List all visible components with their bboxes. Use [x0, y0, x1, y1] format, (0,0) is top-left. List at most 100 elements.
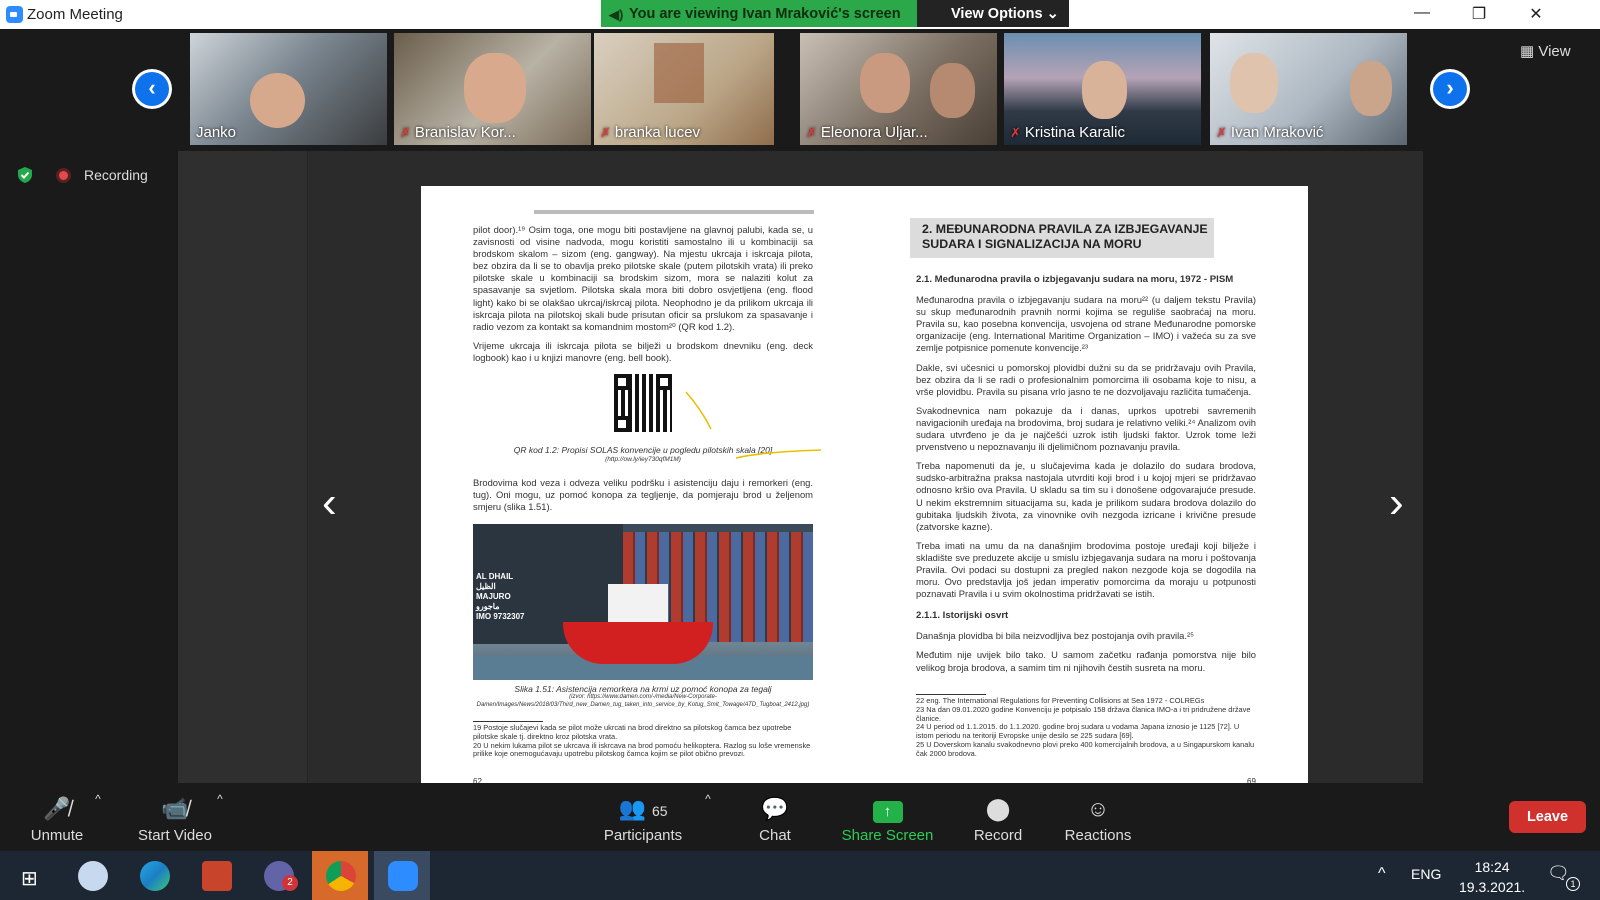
chevron-right-icon: ›: [1433, 72, 1467, 106]
taskbar-app[interactable]: 2: [250, 851, 306, 900]
paragraph: Svakodnevnica nam pokazuje da i danas, u…: [916, 404, 1256, 453]
view-options-button[interactable]: View Options ⌄: [917, 0, 1069, 27]
qr-code: [614, 374, 672, 432]
record-button[interactable]: ⬤ Record: [968, 790, 1028, 845]
participant-video: [1230, 53, 1278, 113]
participant-video: [250, 73, 305, 128]
chat-button[interactable]: 💬 Chat: [755, 790, 795, 845]
tray-expand-icon[interactable]: ^: [1378, 865, 1386, 883]
highlight-annotation: [685, 391, 822, 459]
participant-video: [1082, 61, 1127, 119]
participant-name: ✗ Branislav Kor...: [400, 124, 516, 141]
next-page-arrow-icon[interactable]: ›: [1389, 478, 1404, 528]
mic-muted-icon: ✗: [400, 125, 411, 140]
participant-name: ✗ Ivan Mraković: [1216, 124, 1324, 141]
zoom-app-icon: [6, 6, 23, 23]
page-number-right: 69: [1247, 777, 1256, 783]
taskbar-app[interactable]: [312, 851, 368, 900]
participant-name: ✗ branka lucev: [600, 124, 700, 141]
taskbar-app[interactable]: [126, 851, 182, 900]
start-video-button[interactable]: 📹̸ Start Video: [133, 790, 217, 845]
recording-label: Recording: [84, 167, 148, 183]
participant-tile[interactable]: ✗ Branislav Kor...: [394, 33, 591, 145]
reactions-button[interactable]: ☺ Reactions: [1060, 790, 1136, 845]
taskbar-app[interactable]: [374, 851, 430, 900]
share-arrow-icon: ↑: [872, 801, 903, 823]
clock[interactable]: 18:24 19.3.2021.: [1459, 857, 1525, 897]
right-column: 2.1. Međunarodna pravila o izbjegavanju …: [916, 274, 1256, 681]
notifications-badge: 1: [1566, 877, 1580, 891]
window-title: Zoom Meeting: [27, 6, 123, 23]
zoom-icon: [388, 861, 418, 891]
viewer-side-panel: [178, 151, 308, 783]
chevron-left-icon: ‹: [135, 72, 169, 106]
powerpoint-icon: [202, 861, 232, 891]
chapter-heading: 2. MEĐUNARODNA PRAVILA ZA IZBJEGAVANJE S…: [910, 218, 1214, 258]
windows-logo-icon: ⊞: [21, 868, 38, 890]
participants-options-caret[interactable]: ^: [700, 792, 716, 847]
participant-video: [860, 53, 910, 113]
page-top-rule: [534, 210, 814, 214]
left-column: pilot door).¹⁹ Osim toga, one mogu biti …: [473, 224, 813, 371]
leave-button[interactable]: Leave: [1509, 801, 1586, 833]
mic-muted-icon: ✗: [806, 125, 817, 140]
close-button[interactable]: ✕: [1521, 4, 1551, 24]
taskbar-app[interactable]: [64, 851, 120, 900]
video-options-caret[interactable]: ^: [212, 792, 228, 847]
minimize-button[interactable]: —: [1407, 4, 1437, 22]
paragraph: Treba imati na umu da na današnjim brodo…: [916, 539, 1256, 600]
language-indicator[interactable]: ENG: [1411, 866, 1441, 882]
tug-paragraph: Brodovima kod veza i odveza veliku podrš…: [473, 477, 813, 513]
paragraph: Dakle, svi učesnici u pomorskoj plovidbi…: [916, 361, 1256, 397]
prev-page-arrow-icon[interactable]: ‹: [322, 478, 337, 528]
unmute-button[interactable]: 🎤̸ Unmute: [26, 790, 88, 845]
share-screen-button[interactable]: ↑ Share Screen: [840, 790, 935, 845]
participants-count: 65: [651, 803, 668, 819]
audio-options-caret[interactable]: ^: [90, 792, 106, 847]
mic-muted-icon: ✗: [1010, 125, 1021, 140]
recording-dot-icon: [56, 168, 71, 183]
paragraph: Današnja plovidba bi bila neizvodljiva b…: [916, 630, 1195, 642]
mic-muted-icon: 🎤̸: [43, 796, 71, 821]
participant-name: Janko: [196, 124, 237, 141]
record-icon: ⬤: [985, 796, 1011, 821]
next-participants-button[interactable]: ›: [1430, 69, 1470, 109]
security-shield-icon: [18, 167, 32, 183]
chrome-icon: [326, 861, 356, 891]
page-number-left: 62: [473, 777, 482, 783]
mic-muted-icon: ✗: [1216, 125, 1227, 140]
prev-participants-button[interactable]: ‹: [132, 69, 172, 109]
edge-icon: [140, 861, 170, 891]
taskbar-app[interactable]: [188, 851, 244, 900]
windows-taskbar: ⊞ 2 ^ ENG 18:24 19.3.2021. 🗨 1: [0, 851, 1600, 900]
participant-tile[interactable]: ✗ Kristina Karalic: [1004, 33, 1201, 145]
participant-video: [464, 53, 526, 123]
mic-muted-icon: ✗: [600, 125, 611, 140]
tug-photo: AL DHAIL الظيل MAJURO ماجورو IMO 9732307: [473, 524, 813, 680]
title-bar: Zoom Meeting ◀) You are viewing Ivan Mrak…: [0, 0, 1600, 29]
grid-icon: ▦: [1520, 43, 1535, 60]
section-heading: 2.1. Međunarodna pravila o izbjegavanju …: [916, 274, 1234, 285]
participant-name: ✗ Eleonora Uljar...: [806, 124, 928, 141]
view-button[interactable]: ▦ View: [1520, 42, 1571, 60]
paint-icon: [78, 861, 108, 891]
teams-badge: 2: [282, 875, 298, 891]
start-button[interactable]: ⊞: [2, 851, 58, 900]
smiley-icon: ☺: [1086, 796, 1110, 821]
right-footnotes: 22 eng. The International Regulations fo…: [916, 696, 1255, 758]
figure-caption: Slika 1.51: Asistencija remorkera na krm…: [476, 684, 810, 708]
maximize-button[interactable]: ❐: [1464, 4, 1494, 24]
tugboat: [563, 622, 713, 664]
participants-button[interactable]: 👥 65 Participants: [601, 790, 685, 845]
participant-tile[interactable]: ✗ branka lucev: [594, 33, 774, 145]
participant-tile[interactable]: Janko: [190, 33, 387, 145]
speaker-icon: ◀): [609, 7, 624, 22]
participant-video: [654, 43, 704, 103]
ship-hull-label: AL DHAIL الظيل MAJURO ماجورو IMO 9732307: [476, 572, 525, 621]
subsection-heading: 2.1.1. Istorijski osvrt: [916, 610, 1009, 622]
paragraph: Međunarodna pravila o izbjegavanju sudar…: [916, 294, 1256, 354]
viewing-label: You are viewing Ivan Mraković's screen: [629, 6, 901, 22]
participant-tile[interactable]: ✗ Ivan Mraković: [1210, 33, 1407, 145]
paragraph: Treba napomenuti da je, u slučajevima ka…: [916, 460, 1256, 532]
participant-tile[interactable]: ✗ Eleonora Uljar...: [800, 33, 997, 145]
